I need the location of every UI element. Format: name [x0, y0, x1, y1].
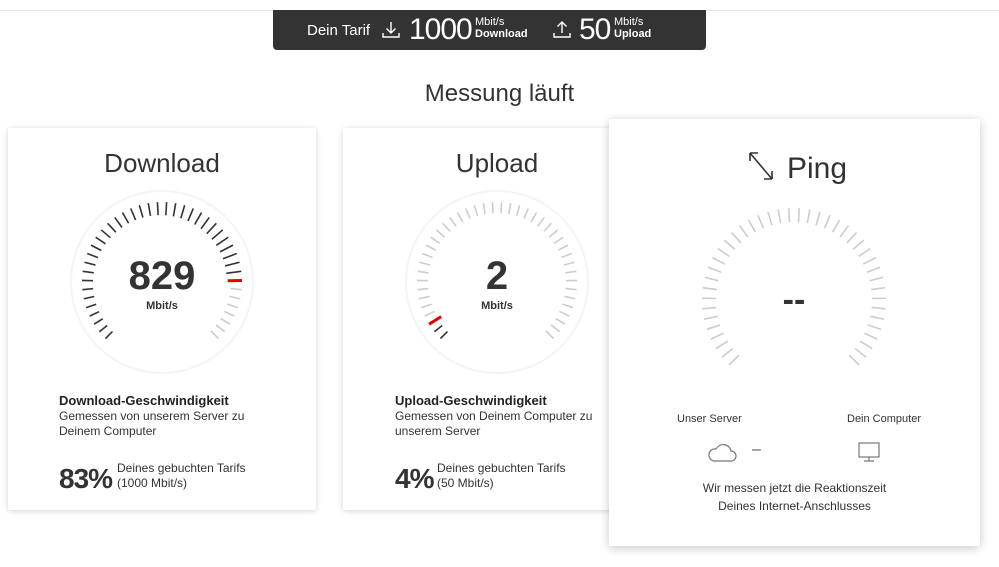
ping-gauge-tick: [859, 340, 873, 350]
ping-gauge-tick: [721, 347, 734, 358]
ping-gauge-tick: [852, 239, 865, 250]
ping-gauge-tick: [711, 256, 726, 265]
cloud-icon: [708, 443, 737, 462]
ping-gauge-tick: [815, 211, 821, 226]
ping-gauge-tick: [767, 211, 773, 226]
upload-title: Upload: [455, 148, 539, 178]
ping-gauge-tick: [846, 231, 858, 244]
ping-gauge-tick: [707, 266, 722, 273]
download-desc-title: Download-Geschwindigkeit: [59, 393, 229, 408]
ping-gauge-tick: [839, 225, 850, 238]
download-icon: [382, 22, 400, 38]
ping-info-line1: Wir messen jetzt die Reaktionszeit: [702, 481, 887, 495]
tarif-download-value: 1000: [409, 13, 473, 46]
ping-info-line2: Deines Internet-Anschlusses: [718, 499, 871, 513]
monitor-icon: [858, 442, 880, 462]
ping-gauge-tick: [730, 231, 742, 244]
ping-gauge-tick: [831, 219, 841, 233]
ping-gauge-tick: [848, 354, 860, 366]
upload-desc-title: Upload-Geschwindigkeit: [395, 393, 547, 408]
ping-gauge-tick: [854, 347, 867, 358]
upload-icon: [553, 21, 571, 38]
ping-value: --: [782, 281, 806, 319]
ping-gauge-tick: [747, 219, 757, 233]
page-title: Messung läuft: [424, 80, 575, 107]
ping-gauge-tick: [806, 209, 811, 224]
tarif-bar: Dein Tarif 1000 Mbit/s Download 50 Mbit/…: [273, 10, 706, 50]
ping-arrows-icon: [749, 152, 773, 180]
tarif-upload-label: Upload: [614, 28, 652, 40]
upload-desc-line1: Gemessen von Deinem Computer zu: [395, 409, 593, 423]
download-gauge-tick: [156, 202, 159, 216]
download-card: Download 829 Mbit/s Download-Geschwindig…: [8, 128, 316, 510]
download-percent: 83%: [59, 463, 113, 494]
ping-gauge-tick: [858, 247, 871, 258]
upload-gauge-tick: [500, 202, 503, 214]
connector-dash: –: [752, 441, 761, 458]
ping-gauge-tick: [757, 215, 765, 229]
ping-gauge-tick: [823, 215, 831, 229]
ping-gauge-tick: [797, 208, 801, 223]
tarif-download-label: Download: [475, 28, 528, 40]
download-speed-value: 829: [128, 254, 196, 298]
tarif-download-unit: Mbit/s: [475, 16, 505, 28]
ping-gauge-tick: [867, 324, 882, 331]
upload-speed-unit: Mbit/s: [481, 300, 513, 312]
ping-gauge-tick: [728, 354, 740, 366]
tarif-upload-unit: Mbit/s: [614, 16, 644, 28]
upload-gauge-tick: [491, 202, 494, 214]
download-gauge: 829 Mbit/s: [70, 190, 254, 374]
upload-desc-text: Gemessen von Deinem Computer zu unserem …: [395, 409, 595, 439]
ping-gauge-tick: [710, 332, 724, 340]
ping-gauge-tick: [723, 239, 736, 250]
computer-label: Dein Computer: [847, 413, 921, 425]
upload-gauge: 2 Mbit/s: [405, 190, 589, 374]
ping-gauge-tick: [787, 208, 791, 223]
ping-gauge-tick: [864, 332, 878, 340]
download-title: Download: [104, 148, 220, 178]
download-percent-line2: (1000 Mbit/s): [117, 476, 188, 490]
tarif-upload-value: 50: [579, 13, 611, 46]
tarif-upload-unit-block: Mbit/s Upload: [614, 16, 651, 40]
upload-percent-line1: Deines gebuchten Tarifs: [437, 461, 566, 475]
upload-percent-text: Deines gebuchten Tarifs (50 Mbit/s): [437, 461, 566, 491]
ping-card: Ping -- Unser Server Dein Computer – Wir…: [609, 119, 980, 546]
upload-percent: 4%: [395, 463, 434, 494]
download-speed-unit: Mbit/s: [146, 300, 178, 312]
upload-speed-value: 2: [485, 254, 509, 298]
download-desc-line2: Deinem Computer: [59, 424, 157, 438]
ping-gauge-tick: [715, 340, 729, 350]
tarif-download-unit-block: Mbit/s Download: [475, 16, 528, 40]
upload-percent-line2: (50 Mbit/s): [437, 476, 494, 490]
ping-title: Ping: [787, 152, 848, 185]
ping-gauge-tick: [862, 256, 877, 265]
upload-card: Upload 2 Mbit/s Upload-Geschwindigkeit G…: [343, 128, 651, 510]
ping-gauge-tick: [777, 209, 782, 224]
ping-gauge-tick: [866, 266, 881, 273]
download-desc-line1: Gemessen von unserem Server zu: [59, 409, 245, 423]
ping-gauge-tick: [738, 225, 749, 238]
download-percent-text: Deines gebuchten Tarifs (1000 Mbit/s): [117, 461, 246, 491]
tarif-label: Dein Tarif: [307, 22, 371, 39]
server-label: Unser Server: [677, 413, 742, 425]
ping-gauge-tick: [706, 324, 721, 331]
ping-info: Wir messen jetzt die Reaktionszeit Deine…: [609, 479, 980, 515]
download-percent-line1: Deines gebuchten Tarifs: [117, 461, 246, 475]
ping-gauge-tick: [717, 247, 730, 258]
download-desc-text: Gemessen von unserem Server zu Deinem Co…: [59, 409, 259, 439]
upload-desc-line2: unserem Server: [395, 424, 481, 438]
ping-gauge: --: [701, 207, 887, 393]
download-gauge-tick: [165, 202, 168, 216]
